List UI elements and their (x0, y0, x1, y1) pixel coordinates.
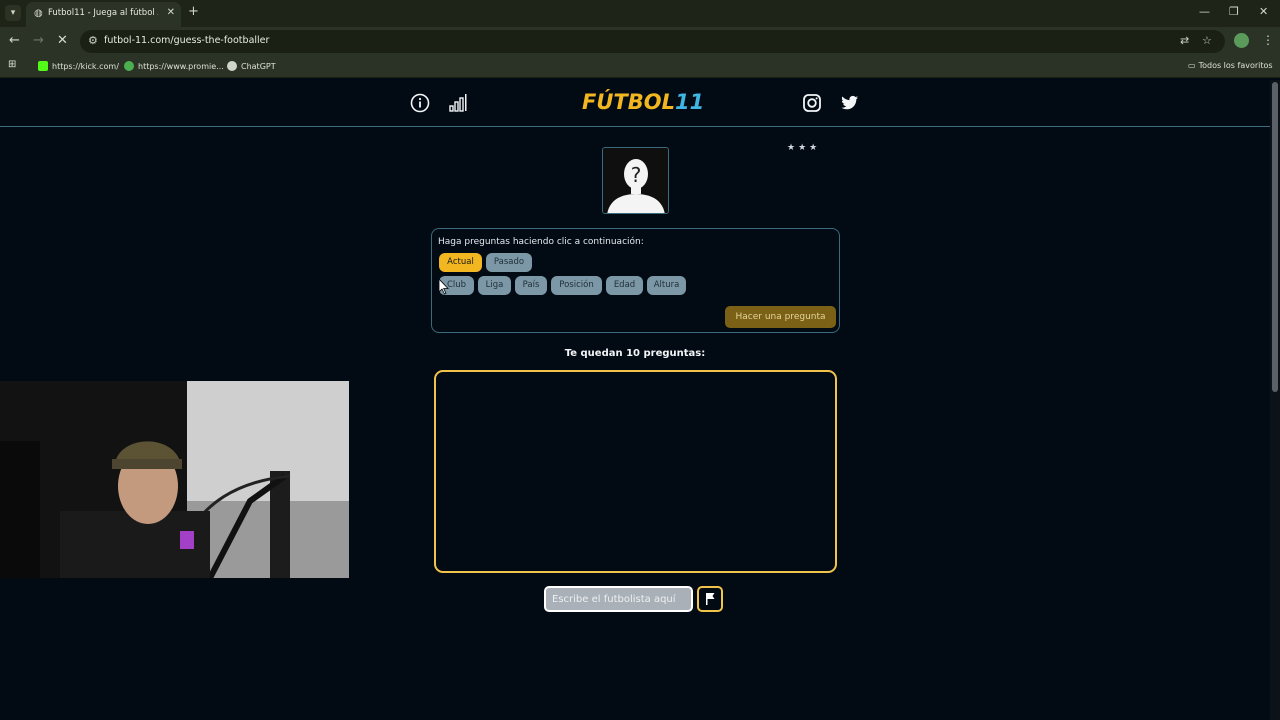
webcam-feed-image (0, 381, 349, 578)
info-icon[interactable] (409, 92, 431, 114)
back-icon[interactable]: ← (9, 33, 20, 48)
chip-posicion[interactable]: Posición (551, 276, 602, 295)
remaining-questions-text: Te quedan 10 preguntas: (564, 348, 706, 359)
chip-pais[interactable]: País (515, 276, 547, 295)
browser-menu-icon[interactable]: ⋮ (1262, 33, 1274, 47)
stats-icon[interactable] (447, 92, 469, 114)
folder-icon: ▭ (1188, 61, 1196, 70)
favorites-label: Todos los favoritos (1198, 61, 1273, 70)
site-settings-icon[interactable]: ⚙ (88, 34, 98, 47)
bookmark-kick[interactable]: https://kick.com/ (38, 61, 119, 71)
webcam-overlay (0, 381, 349, 578)
bookmark-promiedos[interactable]: https://www.promie... (124, 61, 224, 71)
guess-player-input[interactable] (544, 586, 693, 612)
mystery-player-avatar: ? (602, 147, 669, 214)
browser-tab-bar: ▾ ◍ Futbol11 - Juega al fútbol Adivinanz… (0, 0, 1280, 27)
give-up-button[interactable] (697, 586, 723, 612)
twitter-icon[interactable] (838, 92, 860, 114)
bookmark-star-icon[interactable]: ☆ (1202, 34, 1212, 47)
chip-edad[interactable]: Edad (606, 276, 643, 295)
tab-search-icon[interactable]: ▾ (5, 5, 21, 21)
all-bookmarks-folder[interactable]: ▭ Todos los favoritos (1188, 61, 1273, 70)
chip-actual[interactable]: Actual (439, 253, 482, 272)
flag-icon (706, 593, 715, 605)
apps-grid-icon[interactable]: ⊞ (8, 59, 16, 70)
question-panel: Haga preguntas haciendo clic a continuac… (431, 228, 840, 333)
logo-text: FÚTBOL (582, 90, 675, 114)
new-tab-icon[interactable]: + (188, 4, 199, 19)
close-window-icon[interactable]: ✕ (1259, 5, 1268, 18)
browser-toolbar: ← → ✕ ⚙ futbol-11.com/guess-the-football… (0, 27, 1280, 56)
profile-avatar[interactable] (1234, 33, 1249, 48)
chip-altura[interactable]: Altura (647, 276, 686, 295)
rating-stars: ★★★ (787, 143, 821, 153)
browser-tab[interactable]: ◍ Futbol11 - Juega al fútbol Adivinanza … (26, 2, 181, 27)
minimize-icon[interactable]: — (1199, 5, 1210, 18)
chatgpt-icon (227, 61, 237, 71)
bookmarks-bar: ⊞ https://kick.com/ https://www.promie..… (0, 56, 1280, 78)
player-silhouette-icon: ? (603, 148, 668, 213)
answers-area (434, 370, 837, 573)
url-text: futbol-11.com/guess-the-footballer (104, 35, 270, 46)
panel-instructions: Haga preguntas haciendo clic a continuac… (438, 237, 644, 247)
page-scrollbar[interactable] (1270, 80, 1280, 720)
bookmark-label: https://kick.com/ (52, 62, 119, 71)
stop-loading-icon[interactable]: ✕ (57, 33, 68, 48)
translate-icon[interactable]: ⇄ (1180, 34, 1189, 47)
address-bar[interactable]: ⚙ futbol-11.com/guess-the-footballer ⇄ ☆ (80, 30, 1225, 53)
scrollbar-thumb[interactable] (1272, 82, 1278, 392)
globe-icon: ◍ (34, 8, 43, 19)
question-mark-text: ? (631, 163, 642, 187)
chip-liga[interactable]: Liga (478, 276, 511, 295)
bookmark-label: https://www.promie... (138, 62, 224, 71)
close-tab-icon[interactable]: ✕ (167, 7, 175, 18)
site-logo[interactable]: FÚTBOL11 (582, 90, 704, 114)
promiedos-icon (124, 61, 134, 71)
restore-icon[interactable]: ❐ (1229, 5, 1239, 18)
forward-icon[interactable]: → (33, 33, 44, 48)
bookmark-chatgpt[interactable]: ChatGPT (227, 61, 276, 71)
instagram-icon[interactable] (801, 92, 823, 114)
kick-icon (38, 61, 48, 71)
ask-question-button[interactable]: Hacer una pregunta (725, 306, 836, 328)
logo-number: 11 (674, 90, 705, 114)
bookmark-label: ChatGPT (241, 62, 276, 71)
site-header: FÚTBOL11 (0, 80, 1270, 127)
chip-pasado[interactable]: Pasado (486, 253, 532, 272)
mouse-cursor-icon (439, 279, 449, 295)
tab-title: Futbol11 - Juega al fútbol Adivinanza (48, 8, 158, 18)
